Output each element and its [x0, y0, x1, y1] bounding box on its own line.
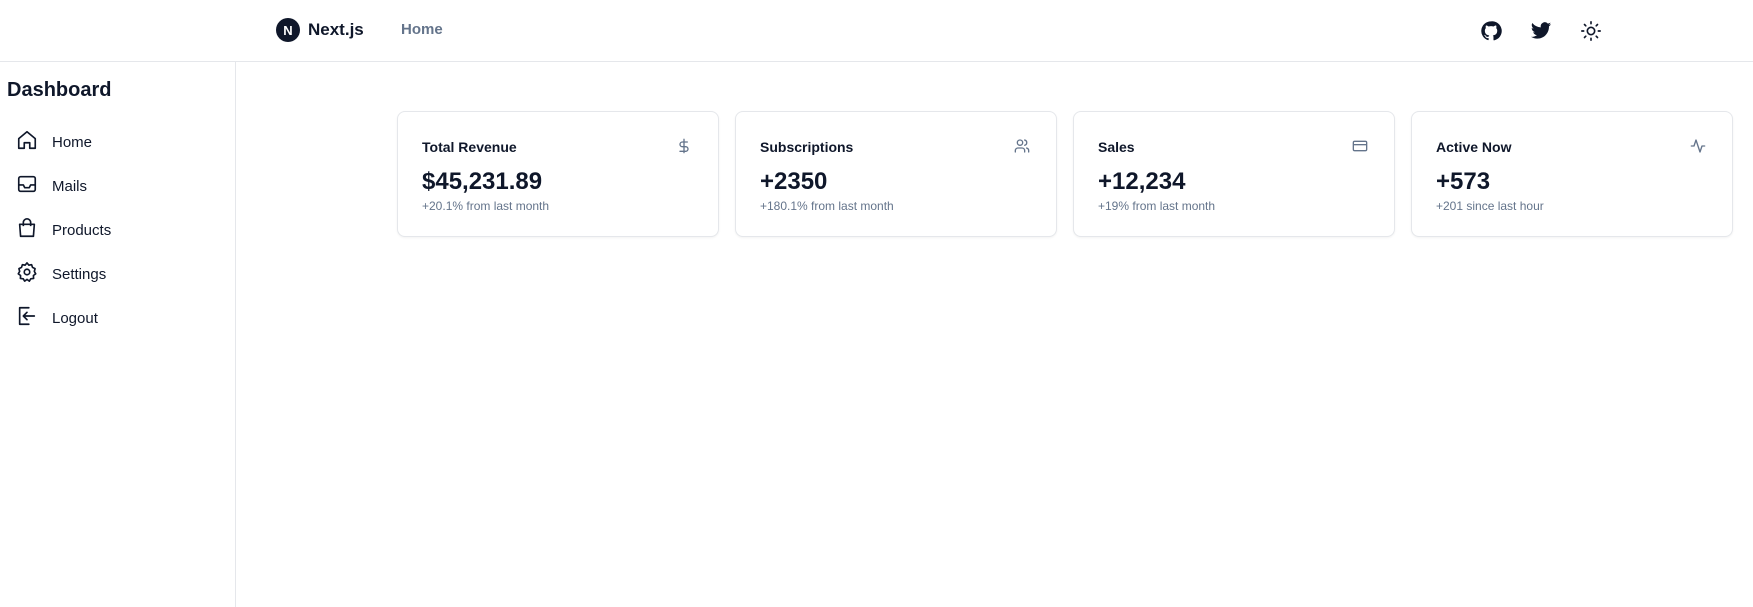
sidebar-item-label: Settings: [52, 265, 107, 283]
card-title: Subscriptions: [760, 139, 854, 155]
card-title: Total Revenue: [422, 139, 517, 155]
card-active-now: Active Now +573 +201 since last hour: [1411, 111, 1733, 237]
sidebar-item-settings[interactable]: Settings: [16, 252, 111, 296]
sidebar-item-label: Mails: [52, 177, 88, 195]
card-value: +573: [1436, 168, 1491, 195]
inbox-icon: [16, 173, 38, 200]
sidebar-item-home[interactable]: Home: [16, 120, 111, 164]
home-icon: [16, 129, 38, 156]
card-value: +2350: [760, 168, 828, 195]
credit-card-icon: [1352, 138, 1370, 156]
github-icon[interactable]: [1478, 18, 1504, 44]
brand-link[interactable]: N Next.js: [276, 18, 364, 42]
card-subtext: +201 since last hour: [1436, 199, 1544, 213]
logout-icon: [16, 305, 38, 332]
card-subtext: +180.1% from last month: [760, 199, 894, 213]
sidebar-item-label: Home: [52, 133, 93, 151]
sun-icon[interactable]: [1578, 18, 1604, 44]
gear-icon: [16, 261, 38, 288]
card-subscriptions: Subscriptions +2350 +180.1% from last mo…: [735, 111, 1057, 237]
brand-name: Next.js: [308, 20, 364, 39]
nextjs-logo-icon: N: [276, 18, 300, 42]
sidebar: Dashboard Home Mails Products Settings L…: [0, 62, 236, 607]
card-title: Active Now: [1436, 139, 1512, 155]
header-actions: [1478, 18, 1604, 44]
sidebar-title: Dashboard: [7, 79, 112, 101]
card-value: +12,234: [1098, 168, 1186, 195]
sidebar-nav: Home Mails Products Settings Logout: [16, 120, 111, 340]
sidebar-item-products[interactable]: Products: [16, 208, 111, 252]
shopping-bag-icon: [16, 217, 38, 244]
card-sales: Sales +12,234 +19% from last month: [1073, 111, 1395, 237]
activity-icon: [1690, 138, 1708, 156]
sidebar-item-mails[interactable]: Mails: [16, 164, 111, 208]
twitter-icon[interactable]: [1528, 18, 1554, 44]
sidebar-item-logout[interactable]: Logout: [16, 296, 111, 340]
dollar-icon: [676, 138, 694, 156]
stats-cards: Total Revenue $45,231.89 +20.1% from las…: [397, 111, 1733, 237]
card-total-revenue: Total Revenue $45,231.89 +20.1% from las…: [397, 111, 719, 237]
card-subtext: +20.1% from last month: [422, 199, 550, 213]
users-icon: [1014, 138, 1032, 156]
nav-link-home[interactable]: Home: [401, 21, 443, 38]
card-value: $45,231.89: [422, 168, 543, 195]
card-title: Sales: [1098, 139, 1135, 155]
sidebar-item-label: Logout: [52, 309, 98, 327]
sidebar-item-label: Products: [52, 221, 112, 239]
card-subtext: +19% from last month: [1098, 199, 1216, 213]
top-navbar: N Next.js Home: [0, 0, 1753, 62]
